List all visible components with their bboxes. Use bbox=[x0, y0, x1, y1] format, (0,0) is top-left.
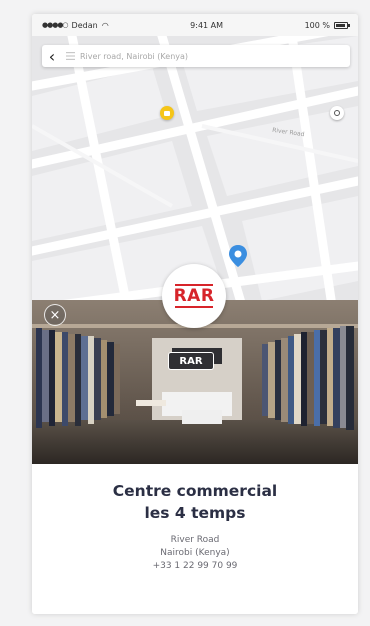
store-name-line-2: les 4 temps bbox=[144, 504, 246, 522]
chevron-left-icon[interactable]: ‹ bbox=[42, 45, 62, 67]
search-input[interactable] bbox=[78, 50, 350, 62]
battery-percent: 100 % bbox=[304, 20, 330, 30]
store-name-line-1: Centre commercial bbox=[112, 482, 278, 500]
store-logo: RAR bbox=[162, 264, 226, 328]
address-line-1: River Road bbox=[170, 535, 220, 545]
status-bar: ●●●●○ Dedan ◠ 9:41 AM 100 % bbox=[32, 14, 358, 36]
address-line-2: Nairobi (Kenya) bbox=[160, 548, 230, 558]
menu-icon[interactable] bbox=[62, 45, 78, 67]
location-pin-icon[interactable] bbox=[228, 244, 248, 267]
carrier-label: Dedan bbox=[71, 20, 98, 30]
wifi-icon: ◠ bbox=[101, 20, 109, 30]
signal-icon: ●●●●○ bbox=[42, 21, 69, 29]
app-screen: ●●●●○ Dedan ◠ 9:41 AM 100 % River Road ‹… bbox=[32, 14, 358, 614]
logo-bar-bottom bbox=[175, 306, 213, 308]
close-icon[interactable]: × bbox=[44, 304, 66, 326]
store-info-card: Centre commercial les 4 temps River Road… bbox=[32, 464, 358, 614]
store-address: River Road Nairobi (Kenya) +33 1 22 99 7… bbox=[32, 534, 358, 573]
status-time: 9:41 AM bbox=[190, 20, 224, 30]
store-sign: RAR bbox=[168, 352, 214, 370]
battery-icon bbox=[333, 21, 350, 29]
phone-number[interactable]: +33 1 22 99 70 99 bbox=[32, 560, 358, 573]
crosshair-icon[interactable] bbox=[330, 106, 344, 120]
logo-text: RAR bbox=[173, 286, 215, 306]
search-bar[interactable]: ‹ bbox=[42, 45, 350, 67]
store-marker-icon[interactable] bbox=[160, 106, 174, 120]
store-name: Centre commercial les 4 temps bbox=[32, 480, 358, 524]
